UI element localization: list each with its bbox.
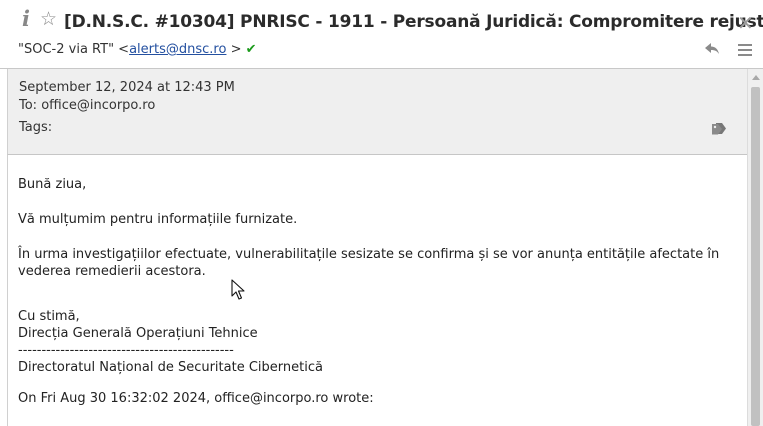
message-meta: September 12, 2024 at 12:43 PM To: offic… xyxy=(7,69,748,155)
closing-text: Cu stimă, xyxy=(18,309,80,324)
thanks-text: Vă mulțumim pentru informațiile furnizat… xyxy=(18,212,298,227)
from-line: "SOC-2 via RT" <alerts@dnsc.ro > ✔ xyxy=(18,42,257,57)
close-icon[interactable]: ✕ xyxy=(737,11,754,35)
info-icon[interactable]: i xyxy=(22,6,30,31)
findings-text: În urma investigațiilor efectuate, vulne… xyxy=(18,247,720,279)
sender-name: "SOC-2 via RT" < xyxy=(18,42,130,57)
message-body: Bună ziua, Vă mulțumim pentru informații… xyxy=(18,176,740,407)
department-text: Direcția Generală Operațiuni Tehnice xyxy=(18,326,258,341)
star-icon[interactable]: ☆ xyxy=(40,8,57,30)
scrollbar[interactable] xyxy=(747,69,763,426)
sender-email-link[interactable]: alerts@dnsc.ro xyxy=(129,42,226,57)
message-recipient: To: office@incorpo.ro xyxy=(19,98,156,113)
quote-header-text: On Fri Aug 30 16:32:02 2024, office@inco… xyxy=(18,391,374,406)
tags-label: Tags: xyxy=(19,120,53,135)
verified-check-icon: ✔ xyxy=(245,42,257,57)
mouse-pointer-icon xyxy=(231,279,245,300)
scroll-thumb[interactable] xyxy=(751,87,760,426)
message-date: September 12, 2024 at 12:43 PM xyxy=(19,80,235,95)
directorate-text: Directoratul Național de Securitate Cibe… xyxy=(18,360,323,375)
greeting-text: Bună ziua, xyxy=(18,177,87,192)
message-subject: [D.N.S.C. #10304] PNRISC - 1911 - Persoa… xyxy=(64,12,763,32)
signature-divider: ----------------------------------------… xyxy=(18,343,234,358)
menu-icon[interactable] xyxy=(737,43,753,57)
message-header: i ☆ [D.N.S.C. #10304] PNRISC - 1911 - Pe… xyxy=(0,0,763,69)
sender-close: > xyxy=(230,42,242,57)
divider xyxy=(7,155,8,426)
tag-icon[interactable] xyxy=(711,122,727,136)
scroll-up-arrow-icon[interactable] xyxy=(752,75,760,80)
reply-icon[interactable] xyxy=(704,42,720,56)
